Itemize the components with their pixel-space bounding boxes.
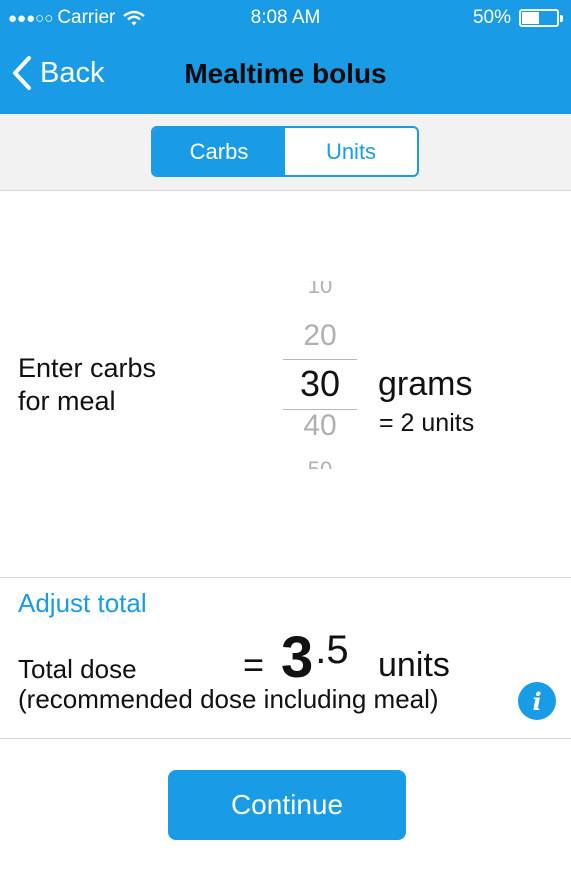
enter-carbs-label: Enter carbs for meal — [18, 353, 157, 416]
tab-carbs[interactable]: Carbs — [153, 128, 285, 175]
carbs-entry-section: Enter carbsfor meal 10 20 30 40 50 grams… — [0, 191, 571, 578]
dose-unit-label: units — [378, 646, 450, 684]
picker-option[interactable]: 10 — [283, 281, 357, 295]
battery-icon — [519, 9, 563, 27]
recommended-note: (recommended dose including meal) — [18, 684, 439, 714]
page-title: Mealtime bolus — [184, 58, 387, 89]
total-dose-value: 3.5 — [281, 624, 349, 691]
carbs-unit-label: grams — [378, 365, 473, 403]
total-dose-section: Adjust total Total dose = 3.5 units (rec… — [0, 578, 571, 739]
dose-decimal: .5 — [315, 628, 349, 672]
status-bar: ●●●○○ Carrier 8:08 AM 50% — [0, 0, 571, 36]
equals-sign: = — [243, 644, 265, 685]
segment-bar: Carbs Units — [0, 114, 571, 191]
battery-fill — [522, 12, 539, 24]
picker-option[interactable]: 20 — [283, 319, 357, 353]
navigation-bar: Back Mealtime bolus — [0, 50, 571, 102]
picker-divider-top — [283, 359, 357, 360]
segmented-control: Carbs Units — [151, 126, 419, 177]
adjust-total-link[interactable]: Adjust total — [18, 588, 147, 619]
battery-percent: 50% — [472, 7, 511, 28]
tab-units[interactable]: Units — [285, 128, 417, 175]
total-dose-label: Total dose — [18, 654, 137, 684]
picker-option[interactable]: 50 — [283, 453, 357, 469]
battery-group: 50% — [472, 7, 563, 29]
app-header: ●●●○○ Carrier 8:08 AM 50% Back Mealtime … — [0, 0, 571, 114]
picker-option[interactable]: 40 — [283, 409, 357, 443]
carbs-picker[interactable]: 10 20 30 40 50 — [283, 281, 357, 481]
continue-button[interactable]: Continue — [168, 770, 406, 840]
picker-selected-value[interactable]: 30 — [283, 363, 357, 405]
info-icon[interactable]: i — [518, 682, 556, 720]
carbs-unit-equivalent: = 2 units — [379, 409, 475, 437]
dose-whole: 3 — [281, 625, 314, 690]
